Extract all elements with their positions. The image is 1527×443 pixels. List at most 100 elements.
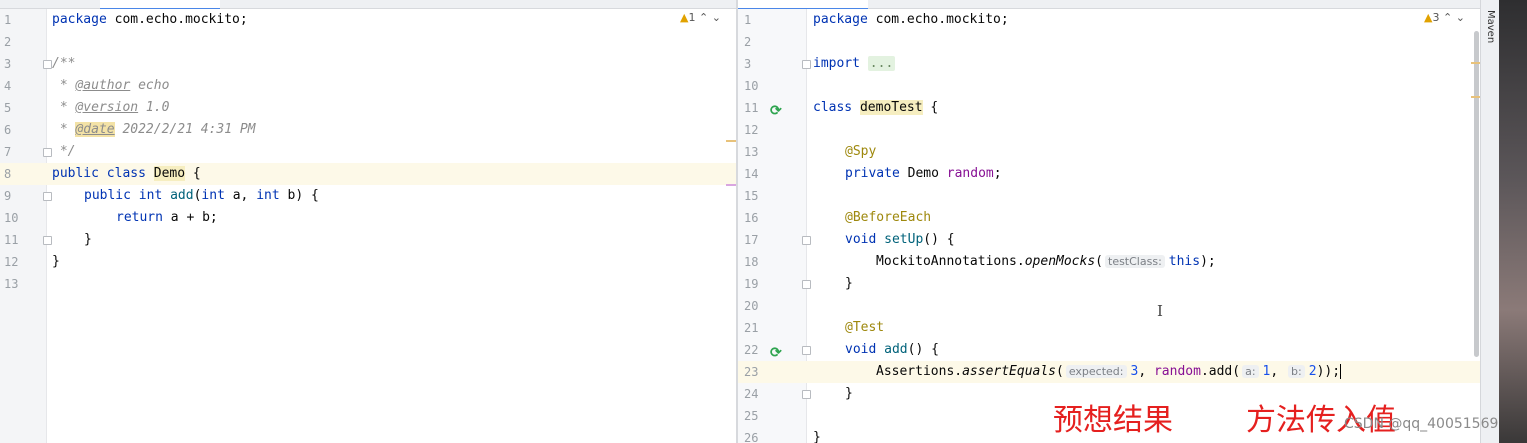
method-name: add — [884, 342, 908, 357]
class-keyword: class — [106, 166, 146, 181]
int-keyword: int — [201, 188, 225, 203]
line-number: 23 — [744, 365, 759, 379]
line-number: 19 — [744, 277, 759, 291]
line-number: 26 — [744, 431, 759, 443]
test-annotation: @Test — [845, 320, 885, 335]
line-number: 21 — [744, 321, 759, 335]
package-name: com.echo.mockito; — [106, 12, 248, 27]
return-keyword: return — [116, 210, 163, 225]
folded-imports[interactable]: ... — [867, 56, 896, 71]
code-line: 2 — [0, 31, 736, 53]
error-stripe-marker[interactable] — [726, 140, 736, 142]
comma: , — [1138, 364, 1154, 379]
fold-marker-icon[interactable] — [43, 236, 52, 245]
line-number: 1 — [744, 13, 752, 27]
method-name: setUp — [884, 232, 924, 247]
javadoc-open: /** — [52, 56, 76, 71]
line-number: 12 — [4, 255, 19, 269]
code-line: 10 — [738, 75, 1481, 97]
code-line: 18 MockitoAnnotations.openMocks(testClas… — [738, 251, 1481, 273]
class-reference: Assertions. — [876, 364, 963, 379]
field-type: Demo — [899, 166, 947, 181]
brace: } — [52, 254, 60, 269]
brace: { — [185, 166, 201, 181]
line-number: 13 — [4, 277, 19, 291]
fold-marker-icon[interactable] — [43, 148, 52, 157]
fold-marker-icon[interactable] — [802, 60, 811, 69]
annotation-expected-result: 预想结果 — [1053, 403, 1173, 438]
class-name: Demo — [153, 166, 186, 181]
code-line: 2 — [738, 31, 1481, 53]
fold-marker-icon[interactable] — [802, 346, 811, 355]
code-line: 14 private Demo random; — [738, 163, 1481, 185]
code-line: 1 package com.echo.mockito; — [0, 9, 736, 31]
int-keyword: int — [256, 188, 280, 203]
code-line: 12 } — [0, 251, 736, 273]
package-keyword: package — [813, 12, 868, 27]
javadoc-star: * — [52, 122, 76, 137]
brace: } — [845, 276, 853, 291]
code-line: 20 — [738, 295, 1481, 317]
line-number: 7 — [4, 145, 12, 159]
class-keyword: class — [813, 100, 853, 115]
code-line: 13 — [0, 273, 736, 295]
line-number: 8 — [4, 167, 12, 181]
int-keyword: int — [138, 188, 163, 203]
fold-marker-icon[interactable] — [802, 236, 811, 245]
maven-tool-button[interactable]: Maven — [1485, 10, 1496, 43]
code-line: 11 } — [0, 229, 736, 251]
line-number: 13 — [744, 145, 759, 159]
public-keyword: public — [84, 188, 131, 203]
paren: ( — [1095, 254, 1103, 269]
line-number: 10 — [744, 79, 759, 93]
comma: , — [1270, 364, 1287, 379]
param-b: b) { — [279, 188, 319, 203]
code-line: 15 — [738, 185, 1481, 207]
left-editor[interactable]: ▲1 ⌃ ⌄ 1 package com.echo.mockito; 2 3 /… — [0, 9, 736, 443]
line-number: 12 — [744, 123, 759, 137]
code-line: 16 @BeforeEach — [738, 207, 1481, 229]
return-expression: a + b; — [162, 210, 218, 225]
method-call: .add( — [1200, 364, 1241, 379]
class-name: demoTest — [859, 100, 923, 115]
fold-marker-icon[interactable] — [43, 192, 52, 201]
param-a: a, — [224, 188, 257, 203]
right-editor[interactable]: ▲3 ⌃ ⌄ 1 package com.echo.mockito; 2 3 i… — [738, 9, 1481, 443]
fold-marker-icon[interactable] — [43, 60, 52, 69]
fold-marker-icon[interactable] — [802, 390, 811, 399]
line-number: 15 — [744, 189, 759, 203]
line-number: 18 — [744, 255, 759, 269]
code-line: 3 /** — [0, 53, 736, 75]
line-number: 22 — [744, 343, 759, 357]
code-line: 11 ⟳ class demoTest { — [738, 97, 1481, 119]
line-number: 5 — [4, 101, 12, 115]
text-caret — [1340, 364, 1342, 379]
line-number: 14 — [744, 167, 759, 181]
right-tab-strip — [738, 0, 1481, 10]
void-keyword: void — [845, 342, 877, 357]
code-line: 12 — [738, 119, 1481, 141]
vertical-scrollbar[interactable] — [1474, 31, 1479, 357]
code-line: 19 } — [738, 273, 1481, 295]
number-literal: 2 — [1308, 364, 1317, 379]
line-number: 2 — [4, 35, 12, 49]
code-line: 4 * @author echo — [0, 75, 736, 97]
spy-annotation: @Spy — [845, 144, 877, 159]
version-tag: @version — [75, 100, 139, 115]
line-number: 3 — [744, 57, 752, 71]
paren: ( — [1056, 364, 1064, 379]
static-method: assertEquals — [962, 364, 1057, 379]
statement-end: ); — [1200, 254, 1216, 269]
fold-marker-icon[interactable] — [802, 280, 811, 289]
line-number: 1 — [4, 13, 12, 27]
tab-pom-xml[interactable] — [0, 0, 95, 8]
code-line: 3 import ... — [738, 53, 1481, 75]
error-stripe-marker[interactable] — [726, 184, 736, 186]
code-line: 13 @Spy — [738, 141, 1481, 163]
javadoc-star: * — [52, 100, 76, 115]
date-value: 2022/2/21 4:31 PM — [114, 122, 256, 137]
tool-window-strip: Maven — [1480, 0, 1527, 443]
code-line: 23 Assertions.assertEquals(expected: 3, r… — [738, 361, 1481, 383]
line-number: 2 — [744, 35, 752, 49]
line-number: 11 — [4, 233, 19, 247]
